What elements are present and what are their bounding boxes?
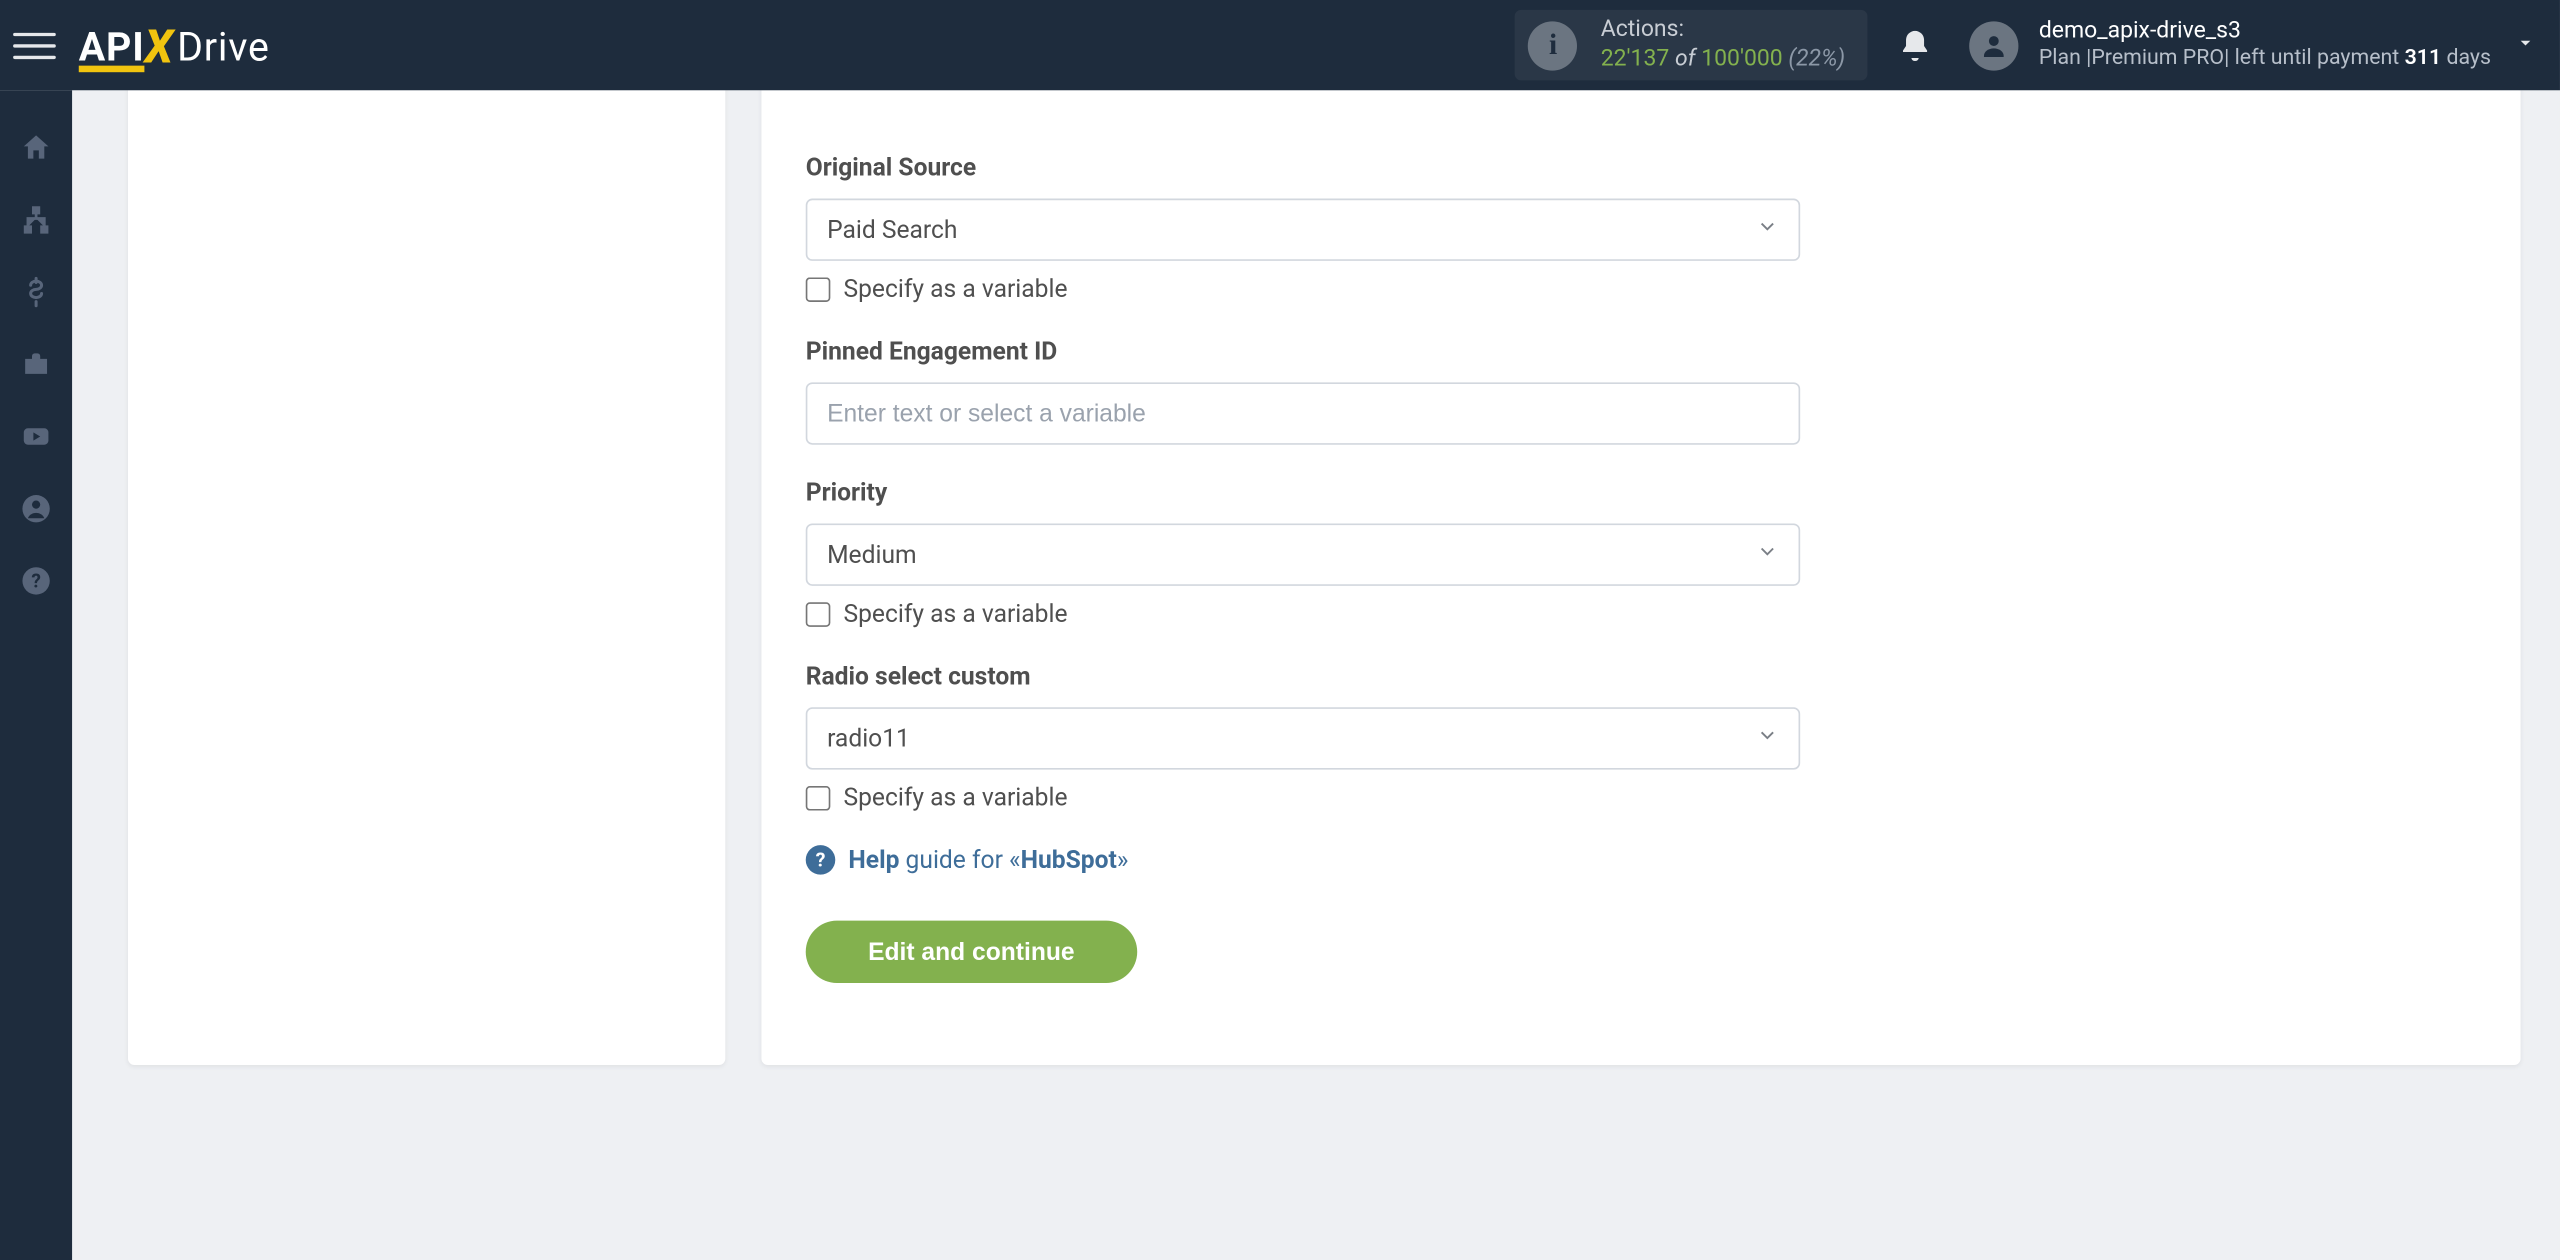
- edit-and-continue-button[interactable]: Edit and continue: [806, 921, 1137, 983]
- sidebar: ?: [0, 90, 72, 1260]
- label-priority: Priority: [806, 478, 1800, 508]
- actions-counter[interactable]: i Actions: 22'137 of 100'000 (22%): [1515, 10, 1868, 81]
- days-num: 311: [2405, 46, 2442, 71]
- field-original-source: Original Source Paid Search Specify as a…: [806, 153, 1800, 304]
- checkbox-label-radio: Specify as a variable: [843, 783, 1067, 813]
- help-icon[interactable]: ?: [18, 563, 54, 599]
- checkbox-input-radio[interactable]: [806, 785, 831, 810]
- left-panel: [128, 90, 725, 1065]
- actions-of: of: [1675, 45, 1695, 71]
- help-bold: Help: [848, 845, 899, 875]
- select-priority[interactable]: Medium: [806, 523, 1800, 585]
- logo-drive: Drive: [177, 24, 270, 70]
- bell-icon[interactable]: [1898, 27, 1934, 63]
- checkbox-label-priority: Specify as a variable: [843, 599, 1067, 629]
- checkbox-label-original-source: Specify as a variable: [843, 274, 1067, 304]
- chevron-down-icon: [1756, 724, 1779, 754]
- logo-x-icon: X: [145, 19, 174, 73]
- checkbox-input-original-source[interactable]: [806, 277, 831, 302]
- form-area: Original Source Paid Search Specify as a…: [806, 153, 1800, 983]
- actions-label: Actions:: [1601, 16, 1845, 45]
- actions-total: 100'000: [1701, 45, 1782, 71]
- select-radio-value: radio11: [827, 724, 910, 754]
- input-pinned-field[interactable]: [827, 400, 1779, 428]
- actions-text: Actions: 22'137 of 100'000 (22%): [1601, 16, 1845, 73]
- input-pinned-engagement-id[interactable]: [806, 382, 1800, 444]
- question-circle-icon: ?: [806, 845, 836, 875]
- select-priority-value: Medium: [827, 540, 917, 570]
- user-menu[interactable]: demo_apix-drive_s3 Plan |Premium PRO| le…: [1970, 17, 2540, 72]
- field-radio-select-custom: Radio select custom radio11 Specify as a…: [806, 661, 1800, 812]
- plan-suffix: | left until payment: [2224, 46, 2399, 71]
- label-original-source: Original Source: [806, 153, 1800, 183]
- select-original-source[interactable]: Paid Search: [806, 199, 1800, 261]
- avatar-icon: [1970, 21, 2019, 70]
- user-icon[interactable]: [18, 491, 54, 527]
- briefcase-icon[interactable]: [18, 346, 54, 382]
- chevron-down-icon: [1756, 540, 1779, 570]
- plan-name: Premium PRO: [2091, 46, 2224, 71]
- days-word: days: [2446, 46, 2491, 71]
- label-radio: Radio select custom: [806, 661, 1800, 691]
- sitemap-icon[interactable]: [18, 202, 54, 238]
- field-pinned-engagement-id: Pinned Engagement ID: [806, 336, 1800, 444]
- menu-icon[interactable]: [13, 24, 56, 67]
- youtube-icon[interactable]: [18, 418, 54, 454]
- checkbox-original-source-variable[interactable]: Specify as a variable: [806, 274, 1800, 304]
- checkbox-radio-variable[interactable]: Specify as a variable: [806, 783, 1800, 813]
- actions-used: 22'137: [1601, 45, 1670, 71]
- top-header: APIXDrive i Actions: 22'137 of 100'000 (…: [0, 0, 2560, 90]
- actions-pct: (22%): [1788, 45, 1845, 71]
- chevron-down-icon: [1756, 215, 1779, 245]
- home-icon[interactable]: [18, 130, 54, 166]
- username: demo_apix-drive_s3: [2039, 17, 2491, 46]
- checkbox-priority-variable[interactable]: Specify as a variable: [806, 599, 1800, 629]
- content-area: Original Source Paid Search Specify as a…: [72, 90, 2560, 1260]
- checkbox-input-priority[interactable]: [806, 601, 831, 626]
- logo-api: API: [79, 31, 145, 73]
- svg-text:?: ?: [31, 570, 41, 593]
- user-text: demo_apix-drive_s3 Plan |Premium PRO| le…: [2039, 17, 2491, 72]
- dollar-icon[interactable]: [18, 274, 54, 310]
- select-original-source-value: Paid Search: [827, 215, 957, 245]
- field-priority: Priority Medium Specify as a variable: [806, 478, 1800, 629]
- help-close: »: [1117, 845, 1129, 875]
- logo[interactable]: APIXDrive: [79, 18, 270, 73]
- plan-prefix: Plan |: [2039, 46, 2092, 71]
- help-rest: guide for «: [899, 845, 1020, 875]
- help-guide-link[interactable]: ? Help guide for «HubSpot»: [806, 845, 1800, 875]
- chevron-down-icon[interactable]: [2514, 30, 2537, 61]
- right-panel: Original Source Paid Search Specify as a…: [761, 90, 2520, 1065]
- help-product: HubSpot: [1021, 845, 1117, 875]
- label-pinned: Pinned Engagement ID: [806, 336, 1800, 366]
- select-radio-custom[interactable]: radio11: [806, 707, 1800, 769]
- info-icon: i: [1529, 21, 1578, 70]
